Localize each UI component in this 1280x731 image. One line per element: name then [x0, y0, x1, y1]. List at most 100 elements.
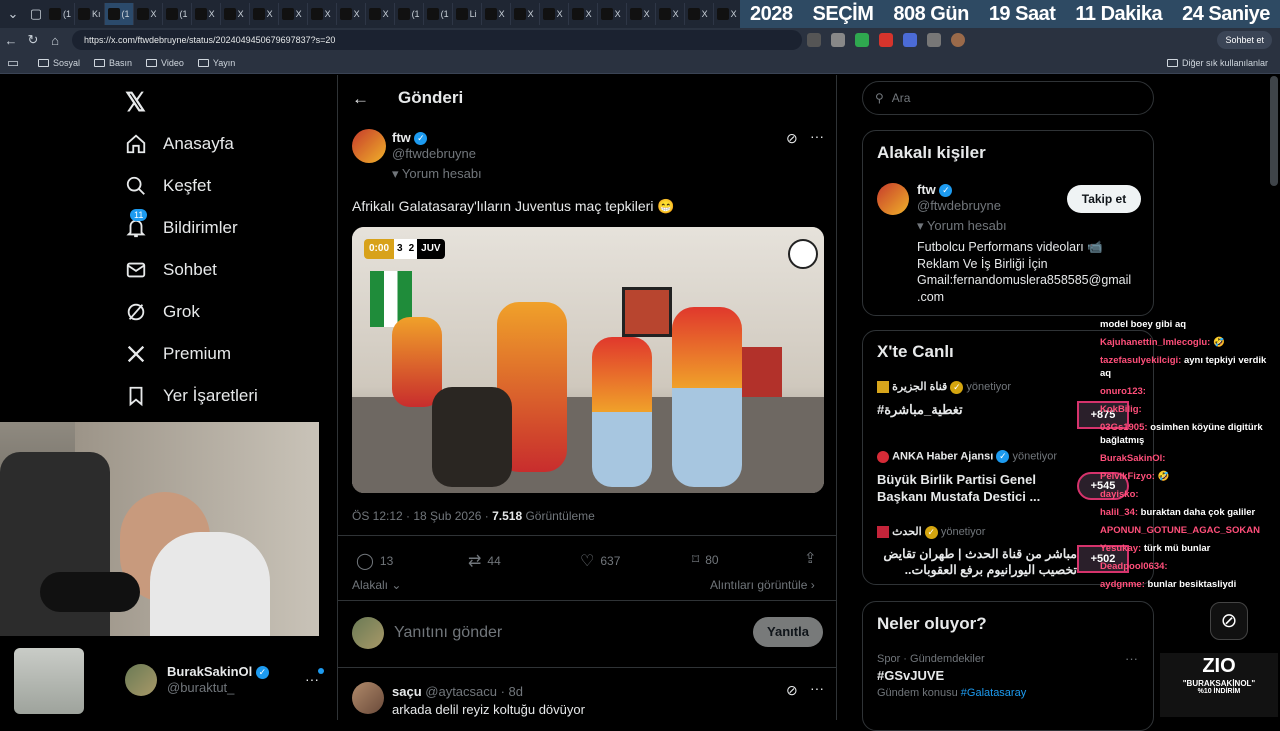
extension-icon[interactable] [807, 33, 821, 47]
follow-button[interactable]: Takip et [1067, 185, 1141, 213]
browser-tab[interactable]: (1 [104, 3, 134, 25]
browser-tab[interactable]: X [308, 3, 337, 25]
reply-button[interactable]: ◯ 13 [356, 551, 393, 571]
extension-icon[interactable] [927, 33, 941, 47]
browser-tab[interactable]: Li [453, 3, 482, 25]
reply-submit-button[interactable]: Yanıtla [753, 617, 823, 647]
workspaces-icon[interactable]: ▢ [26, 3, 46, 25]
url-field[interactable]: https://x.com/ftwdebruyne/status/2024049… [72, 30, 802, 50]
browser-tab[interactable]: Kı [75, 3, 105, 25]
post-author: ftw ✓ @ftwdebruyne ▾ Yorum hesabı [392, 130, 482, 182]
reply-input[interactable]: Yanıtını gönder [394, 624, 502, 642]
share-icon[interactable]: ⇪ [804, 549, 817, 567]
sidebar-item-grok[interactable]: Grok [125, 301, 200, 323]
grok-explain-icon[interactable]: ⊘ [786, 130, 798, 147]
browser-tab[interactable]: X [250, 3, 279, 25]
browser-tab[interactable]: X [279, 3, 308, 25]
trend-tag[interactable]: #GSvJUVE [877, 668, 944, 683]
post-author-handle[interactable]: @ftwdebruyne [392, 146, 482, 162]
browser-tab[interactable]: X [134, 3, 163, 25]
more-icon[interactable]: ··· [810, 128, 824, 144]
account-switcher[interactable]: BurakSakinOl ✓ @buraktut_ ··· [125, 663, 325, 697]
copilot-chat-button[interactable]: Sohbet et [1217, 31, 1272, 49]
sidebar-item-premium[interactable]: Premium [125, 343, 231, 365]
browser-tab[interactable]: X [656, 3, 685, 25]
sidebar-item-home[interactable]: Anasayfa [125, 133, 234, 155]
repost-button[interactable]: ⇄ 44 [468, 551, 501, 571]
bookmark-folder-basin[interactable]: Basın [94, 58, 132, 68]
browser-tab[interactable]: X [627, 3, 656, 25]
post-video[interactable]: 0:00 3 2 JUV [352, 227, 824, 493]
reply-author-handle[interactable]: @aytacsacu · 8d [425, 684, 523, 699]
browser-tab[interactable]: X [337, 3, 366, 25]
verified-icon: ✓ [255, 666, 269, 680]
extension-icon[interactable] [903, 33, 917, 47]
browser-tab[interactable]: (1 [424, 3, 453, 25]
view-quotes-link[interactable]: Alıntıları görüntüle › [710, 578, 815, 592]
browser-tab[interactable]: X [569, 3, 598, 25]
browser-tab[interactable]: X [366, 3, 395, 25]
browser-tab[interactable]: (1 [395, 3, 424, 25]
browser-tab[interactable]: X [540, 3, 569, 25]
browser-tab[interactable]: X [714, 3, 743, 25]
live-item[interactable]: الحدث ✓ yönetiyor [877, 525, 985, 539]
sidebar-item-messages[interactable]: Sohbet [125, 259, 217, 281]
bookmark-folder-sosyal[interactable]: Sosyal [38, 58, 80, 68]
post-author-avatar[interactable] [352, 129, 386, 163]
trend-topic-link[interactable]: #Galatasaray [961, 687, 1026, 699]
live-title[interactable]: مباشر من قناة الحدث | طهران تقايض تخصيب … [877, 546, 1077, 578]
search-icon [126, 176, 145, 195]
sidebar-item-explore[interactable]: Keşfet [125, 175, 211, 197]
tab-list-icon[interactable]: ⌄ [0, 3, 26, 25]
sidebar-item-notifications[interactable]: Bildirimler 11 [125, 209, 238, 239]
browser-tab[interactable]: (1 [46, 3, 76, 25]
related-name[interactable]: ftw [917, 182, 936, 197]
back-icon[interactable]: ← [0, 29, 22, 51]
reload-icon[interactable]: ↻ [22, 29, 44, 51]
post-author-name[interactable]: ftw [392, 130, 411, 145]
live-title[interactable]: #تغطية_مباشرة [877, 402, 963, 418]
bookmark-folder-yayin[interactable]: Yayın [197, 58, 235, 68]
browser-tab[interactable]: X [598, 3, 627, 25]
profile-avatar-icon[interactable] [951, 33, 965, 47]
extension-icon[interactable] [855, 33, 869, 47]
back-arrow-icon[interactable]: ← [352, 89, 369, 109]
reply-author-avatar[interactable] [352, 682, 384, 714]
browser-tab[interactable]: X [482, 3, 511, 25]
home-browser-icon[interactable]: ⌂ [44, 29, 66, 51]
browser-tab[interactable]: X [192, 3, 221, 25]
bookmark-button[interactable]: ⌑ 80 [692, 551, 719, 568]
verified-icon: ✓ [939, 184, 953, 198]
post-text: Afrikalı Galatasaray'lıların Juventus ma… [352, 198, 675, 214]
more-icon[interactable]: ··· [1125, 651, 1138, 666]
live-item[interactable]: قناة الجزيرة ✓ yönetiyor [877, 380, 1011, 394]
bookmark-folder-video[interactable]: Video [146, 58, 184, 68]
post-timestamp[interactable]: ÖS 12:12 · 18 Şub 2026 · [352, 509, 492, 523]
more-icon[interactable]: ··· [305, 671, 319, 687]
live-item[interactable]: ANKA Haber Ajansı ✓ yönetiyor [877, 450, 1057, 463]
reply-author-name[interactable]: saçu [392, 684, 422, 699]
browser-tab[interactable]: (1 [163, 3, 192, 25]
search-box[interactable]: ⚲ Ara [862, 81, 1154, 115]
grok-icon[interactable]: ⊘ [1210, 602, 1248, 640]
sidebar-item-bookmarks[interactable]: Yer İşaretleri [125, 385, 258, 407]
grok-explain-icon[interactable]: ⊘ [786, 682, 798, 699]
search-input[interactable]: Ara [892, 91, 911, 105]
browser-tab[interactable]: X [511, 3, 540, 25]
extension-icon[interactable] [879, 33, 893, 47]
view-count: 7.518 [492, 509, 523, 523]
browser-tab[interactable]: X [685, 3, 714, 25]
sort-relevant-dropdown[interactable]: Alakalı ⌄ [352, 578, 401, 592]
bookmark-star-icon[interactable]: ▭ [2, 52, 24, 74]
x-logo-icon[interactable]: 𝕏 [125, 87, 146, 118]
wall-frame [622, 287, 672, 337]
scrollbar-thumb[interactable] [1270, 76, 1278, 186]
browser-tab[interactable]: X [221, 3, 250, 25]
more-icon[interactable]: ··· [810, 680, 824, 696]
extension-icon[interactable] [831, 33, 845, 47]
related-handle[interactable]: @ftwdebruyne [917, 198, 1007, 214]
live-title[interactable]: Büyük Birlik Partisi Genel Başkanı Musta… [877, 471, 1077, 505]
other-bookmarks[interactable]: Diğer sık kullanılanlar [1166, 58, 1268, 68]
like-button[interactable]: ♡ 637 [580, 551, 620, 571]
related-avatar[interactable] [877, 183, 909, 215]
